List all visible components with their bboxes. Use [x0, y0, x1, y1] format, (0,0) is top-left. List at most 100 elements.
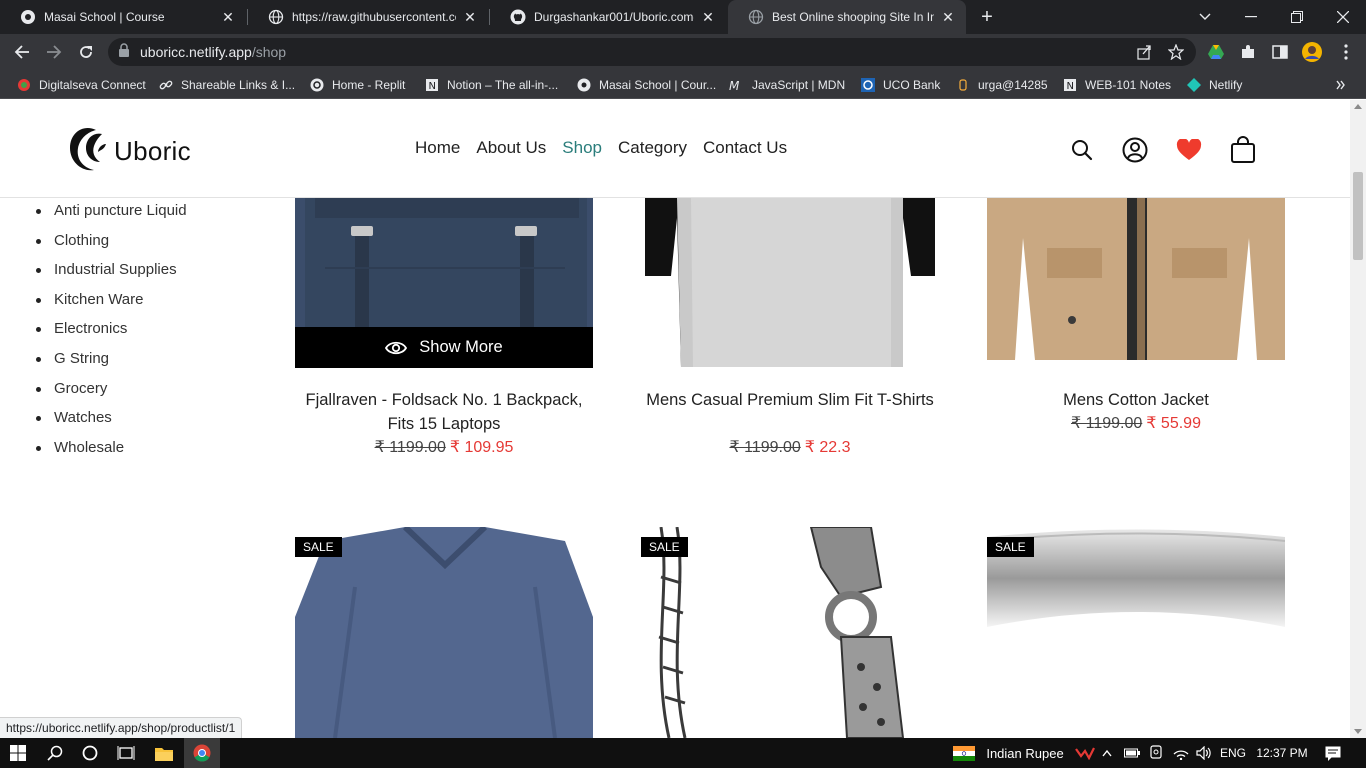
bookmark-digitalseva[interactable]: Digitalseva Connect	[16, 75, 146, 95]
bookmark-shareable-links[interactable]: Shareable Links & I...	[158, 75, 295, 95]
category-item[interactable]: Watches	[36, 409, 187, 439]
volume-icon[interactable]	[1194, 738, 1214, 768]
address-bar[interactable]: uboricc.netlify.app/shop	[108, 38, 1196, 66]
tray-overflow-chevron-icon[interactable]	[1098, 738, 1116, 768]
lock-icon	[118, 42, 130, 62]
category-list: Anti puncture Liquid Clothing Industrial…	[36, 202, 187, 468]
scroll-up-arrow-icon[interactable]	[1354, 104, 1362, 109]
shopping-bag-icon[interactable]	[1229, 136, 1257, 164]
product-title[interactable]: Mens Cotton Jacket	[987, 388, 1285, 412]
side-panel-icon[interactable]	[1268, 40, 1292, 64]
currency-label[interactable]: Indian Rupee	[982, 738, 1068, 768]
category-item[interactable]: Industrial Supplies	[36, 261, 187, 291]
link-icon	[158, 77, 174, 93]
more-bookmarks-chevron-icon[interactable]	[1336, 75, 1346, 95]
page-scrollbar[interactable]	[1350, 100, 1366, 738]
close-icon[interactable]: ✕	[462, 9, 478, 25]
scroll-down-arrow-icon[interactable]	[1354, 729, 1362, 734]
tab-github-repo[interactable]: Durgashankar001/Uboric.com-Cl ✕	[490, 0, 726, 34]
user-account-icon[interactable]	[1121, 136, 1149, 164]
tab-uboric-active[interactable]: Best Online shooping Site In Indi ✕	[728, 0, 966, 34]
scrollbar-thumb[interactable]	[1353, 172, 1363, 260]
star-bookmark-icon[interactable]	[1164, 40, 1188, 64]
restore-icon[interactable]	[1274, 0, 1320, 34]
product-title[interactable]: Fjallraven - Foldsack No. 1 Backpack, Fi…	[295, 388, 593, 436]
cortana-icon[interactable]	[72, 738, 108, 768]
heart-wishlist-icon[interactable]	[1175, 136, 1203, 164]
tab-search-chevron-icon[interactable]	[1182, 0, 1228, 34]
back-arrow-icon[interactable]	[10, 40, 34, 64]
bookmark-replit[interactable]: Home - Replit	[309, 75, 405, 95]
stock-trend-icon[interactable]	[1074, 738, 1096, 768]
product-image-ring[interactable]	[987, 527, 1285, 738]
new-tab-button[interactable]: +	[976, 6, 998, 28]
show-more-button[interactable]: Show More	[295, 327, 593, 368]
file-explorer-icon[interactable]	[146, 738, 182, 768]
search-icon[interactable]	[38, 738, 72, 768]
product-price: ₹ 1199.00 ₹ 109.95	[295, 436, 593, 460]
product-card[interactable]: SALE	[295, 527, 593, 738]
nav-home[interactable]: Home	[415, 138, 460, 158]
category-item[interactable]: Grocery	[36, 380, 187, 410]
forward-arrow-icon[interactable]	[42, 40, 66, 64]
product-card[interactable]: SALE	[641, 527, 939, 738]
extensions-puzzle-icon[interactable]	[1236, 40, 1260, 64]
close-window-icon[interactable]	[1320, 0, 1366, 34]
bookmark-notion[interactable]: N Notion – The all-in-...	[424, 75, 558, 95]
tab-masai[interactable]: Masai School | Course ✕	[0, 0, 246, 34]
globe-icon	[748, 9, 764, 25]
bookmark-uco-bank[interactable]: UCO Bank	[860, 75, 940, 95]
close-icon[interactable]: ✕	[700, 9, 716, 25]
nav-about-us[interactable]: About Us	[476, 138, 546, 158]
category-item[interactable]: Electronics	[36, 320, 187, 350]
bookmark-netlify[interactable]: Netlify	[1186, 75, 1242, 95]
category-item[interactable]: Kitchen Ware	[36, 291, 187, 321]
svg-text:N: N	[1067, 81, 1074, 92]
nav-contact-us[interactable]: Contact Us	[703, 138, 787, 158]
bookmark-web101[interactable]: N WEB-101 Notes	[1062, 75, 1171, 95]
tab-raw-github[interactable]: https://raw.githubusercontent.com ✕	[248, 0, 488, 34]
share-icon[interactable]	[1132, 40, 1156, 64]
digitalseva-icon	[16, 77, 32, 93]
wifi-icon[interactable]	[1170, 738, 1192, 768]
nav-shop[interactable]: Shop	[562, 138, 602, 158]
search-icon[interactable]	[1068, 136, 1096, 164]
bookmark-label: urga@14285	[978, 78, 1048, 92]
masai-icon	[20, 9, 36, 25]
bookmark-mdn[interactable]: M JavaScript | MDN	[729, 75, 845, 95]
profile-avatar[interactable]	[1300, 40, 1324, 64]
bookmark-label: WEB-101 Notes	[1085, 78, 1172, 92]
battery-icon[interactable]	[1122, 738, 1142, 768]
category-item[interactable]: Anti puncture Liquid	[36, 202, 187, 232]
notifications-icon[interactable]	[1318, 738, 1348, 768]
bookmark-urga[interactable]: urga@14285	[955, 75, 1048, 95]
kebab-menu-icon[interactable]	[1334, 40, 1358, 64]
nav-category[interactable]: Category	[618, 138, 687, 158]
google-drive-icon[interactable]	[1204, 40, 1228, 64]
svg-text:M: M	[729, 79, 740, 91]
category-item[interactable]: G String	[36, 350, 187, 380]
product-image-jacket[interactable]	[987, 198, 1285, 360]
task-view-icon[interactable]	[108, 738, 144, 768]
windows-start-icon[interactable]	[0, 738, 36, 768]
product-image-bracelet[interactable]	[641, 527, 939, 738]
site-logo[interactable]: Uboric	[66, 124, 191, 178]
bookmark-masai[interactable]: Masai School | Cour...	[576, 75, 716, 95]
meet-now-icon[interactable]	[1146, 738, 1166, 768]
category-item[interactable]: Clothing	[36, 232, 187, 262]
category-item[interactable]: Wholesale	[36, 439, 187, 469]
product-image-sweater[interactable]	[295, 527, 593, 738]
bank-icon	[860, 77, 876, 93]
close-icon[interactable]: ✕	[220, 9, 236, 25]
minimize-icon[interactable]	[1228, 0, 1274, 34]
reload-icon[interactable]	[74, 40, 98, 64]
language-indicator[interactable]: ENG	[1218, 738, 1248, 768]
product-card[interactable]: SALE	[987, 527, 1285, 738]
product-title[interactable]: Mens Casual Premium Slim Fit T-Shirts	[641, 388, 939, 412]
product-image-tshirt[interactable]	[641, 198, 939, 367]
close-icon[interactable]: ✕	[940, 9, 956, 25]
github-icon	[510, 9, 526, 25]
bookmark-label: Digitalseva Connect	[39, 78, 146, 92]
chrome-taskbar-icon[interactable]	[184, 738, 220, 768]
clock-time[interactable]: 12:37 PM	[1254, 738, 1310, 768]
